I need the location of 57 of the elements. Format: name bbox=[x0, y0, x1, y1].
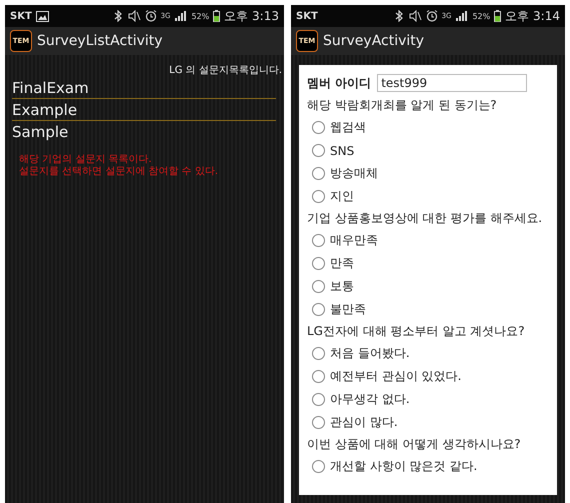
question-text: 기업 상품홍보영상에 대한 평가를 해주세요. bbox=[307, 210, 544, 227]
survey-list-item[interactable]: FinalExam bbox=[12, 77, 276, 99]
radio-option[interactable]: 아무생각 없다. bbox=[307, 388, 549, 411]
annotation-text: 해당 기업의 설문지 목록이다. bbox=[19, 154, 153, 166]
radio-option[interactable]: SNS bbox=[307, 139, 549, 162]
radio-option[interactable]: 개선할 사항이 많은것 같다. bbox=[307, 455, 549, 478]
radio-option[interactable]: 불만족 bbox=[307, 298, 549, 321]
radio-option[interactable]: 예전부터 관심이 있었다. bbox=[307, 365, 549, 388]
question-text: 해당 박람회개최를 알게 된 동기는? bbox=[307, 97, 498, 114]
radio-option[interactable]: 처음 들어봤다. bbox=[307, 342, 549, 365]
activity-title: SurveyListActivity bbox=[37, 33, 163, 49]
activity-title: SurveyActivity bbox=[323, 33, 424, 49]
radio-option[interactable]: 관심이 많다. bbox=[307, 411, 549, 434]
picture-icon bbox=[36, 10, 49, 22]
battery-percent: 52% bbox=[472, 12, 490, 20]
radio-option[interactable]: 보통 bbox=[307, 275, 549, 298]
radio-button[interactable] bbox=[312, 347, 325, 360]
radio-button[interactable] bbox=[312, 190, 325, 203]
battery-percent: 52% bbox=[191, 12, 210, 20]
radio-option[interactable]: 방송매체 bbox=[307, 162, 549, 185]
survey-list-item[interactable]: Sample bbox=[12, 121, 276, 142]
radio-button[interactable] bbox=[312, 234, 325, 247]
member-id-field[interactable]: test999 bbox=[377, 74, 528, 92]
bluetooth-icon bbox=[394, 10, 405, 22]
radio-button[interactable] bbox=[312, 416, 325, 429]
member-id-label: 멤버 아이디 bbox=[307, 74, 372, 92]
question-text: LG전자에 대해 평소부터 알고 계셧나요? bbox=[307, 323, 526, 340]
radio-button[interactable] bbox=[312, 121, 325, 134]
battery-icon bbox=[494, 10, 502, 22]
carrier-label: SKT bbox=[10, 10, 32, 22]
clock: 오후 3:13 bbox=[224, 8, 279, 24]
signal-icon bbox=[174, 10, 188, 22]
radio-button[interactable] bbox=[312, 460, 325, 473]
battery-icon bbox=[213, 10, 220, 22]
radio-button[interactable] bbox=[312, 257, 325, 270]
alarm-icon bbox=[144, 10, 157, 22]
clock: 오후 3:14 bbox=[505, 8, 560, 24]
radio-button[interactable] bbox=[312, 303, 325, 316]
radio-button[interactable] bbox=[312, 144, 325, 157]
annotation-text: 설문지를 선택하면 설문지에 참여할 수 있다. bbox=[19, 166, 220, 178]
question-text: 이번 상품에 대해 어떻게 생각하시나요? bbox=[307, 436, 522, 453]
survey-list-item[interactable]: Example bbox=[12, 99, 276, 121]
radio-button[interactable] bbox=[312, 370, 325, 383]
mute-icon bbox=[128, 10, 141, 22]
radio-button[interactable] bbox=[312, 393, 325, 406]
alarm-icon bbox=[426, 10, 438, 22]
radio-option[interactable]: 웹검색 bbox=[307, 116, 549, 139]
radio-option[interactable]: 만족 bbox=[307, 252, 549, 275]
radio-option[interactable]: 매우만족 bbox=[307, 229, 549, 252]
radio-button[interactable] bbox=[312, 280, 325, 293]
carrier-label: SKT bbox=[296, 10, 318, 22]
list-header: LG 의 설문지목록입니다. bbox=[168, 64, 283, 77]
bluetooth-icon bbox=[112, 10, 124, 22]
signal-icon bbox=[455, 10, 468, 22]
mute-icon bbox=[408, 10, 422, 22]
radio-button[interactable] bbox=[312, 167, 325, 180]
radio-option[interactable]: 지인 bbox=[307, 185, 549, 208]
